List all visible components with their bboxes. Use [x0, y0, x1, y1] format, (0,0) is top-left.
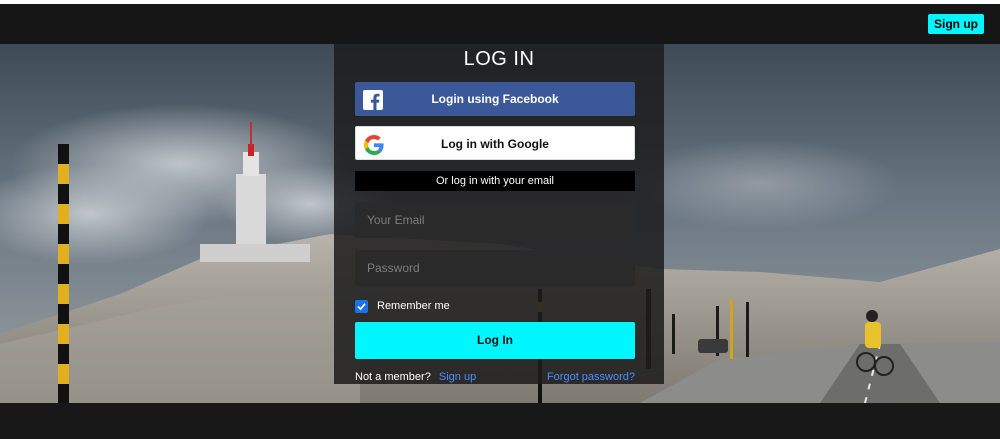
google-login-label: Log in with Google	[441, 137, 549, 151]
header-signup-button[interactable]: Sign up	[928, 14, 984, 34]
facebook-icon	[363, 89, 383, 110]
footer-bar	[0, 403, 1000, 439]
google-login-button[interactable]: Log in with Google	[355, 126, 635, 160]
email-divider: Or log in with your email	[355, 171, 635, 191]
facebook-login-label: Login using Facebook	[431, 92, 559, 106]
email-input[interactable]	[355, 202, 635, 238]
facebook-login-button[interactable]: Login using Facebook	[355, 82, 635, 116]
not-member-text: Not a member?	[355, 371, 431, 383]
signup-link[interactable]: Sign up	[439, 371, 476, 383]
login-footer-links: Not a member? Sign up Forgot password?	[355, 371, 635, 385]
checkmark-icon	[357, 302, 366, 310]
page: Sign up LOG IN Login using Facebook Log …	[0, 0, 1000, 439]
login-title: LOG IN	[463, 48, 535, 70]
login-submit-button[interactable]: Log In	[355, 322, 635, 359]
remember-me-checkbox[interactable]	[355, 299, 368, 313]
password-input[interactable]	[355, 250, 635, 286]
top-navbar: Sign up	[0, 4, 1000, 45]
remember-me-label: Remember me	[377, 300, 450, 312]
remember-me-row: Remember me	[355, 299, 450, 313]
forgot-password-link[interactable]: Forgot password?	[547, 371, 635, 383]
login-panel: LOG IN Login using Facebook Log in with …	[334, 44, 664, 384]
google-icon	[364, 134, 384, 155]
